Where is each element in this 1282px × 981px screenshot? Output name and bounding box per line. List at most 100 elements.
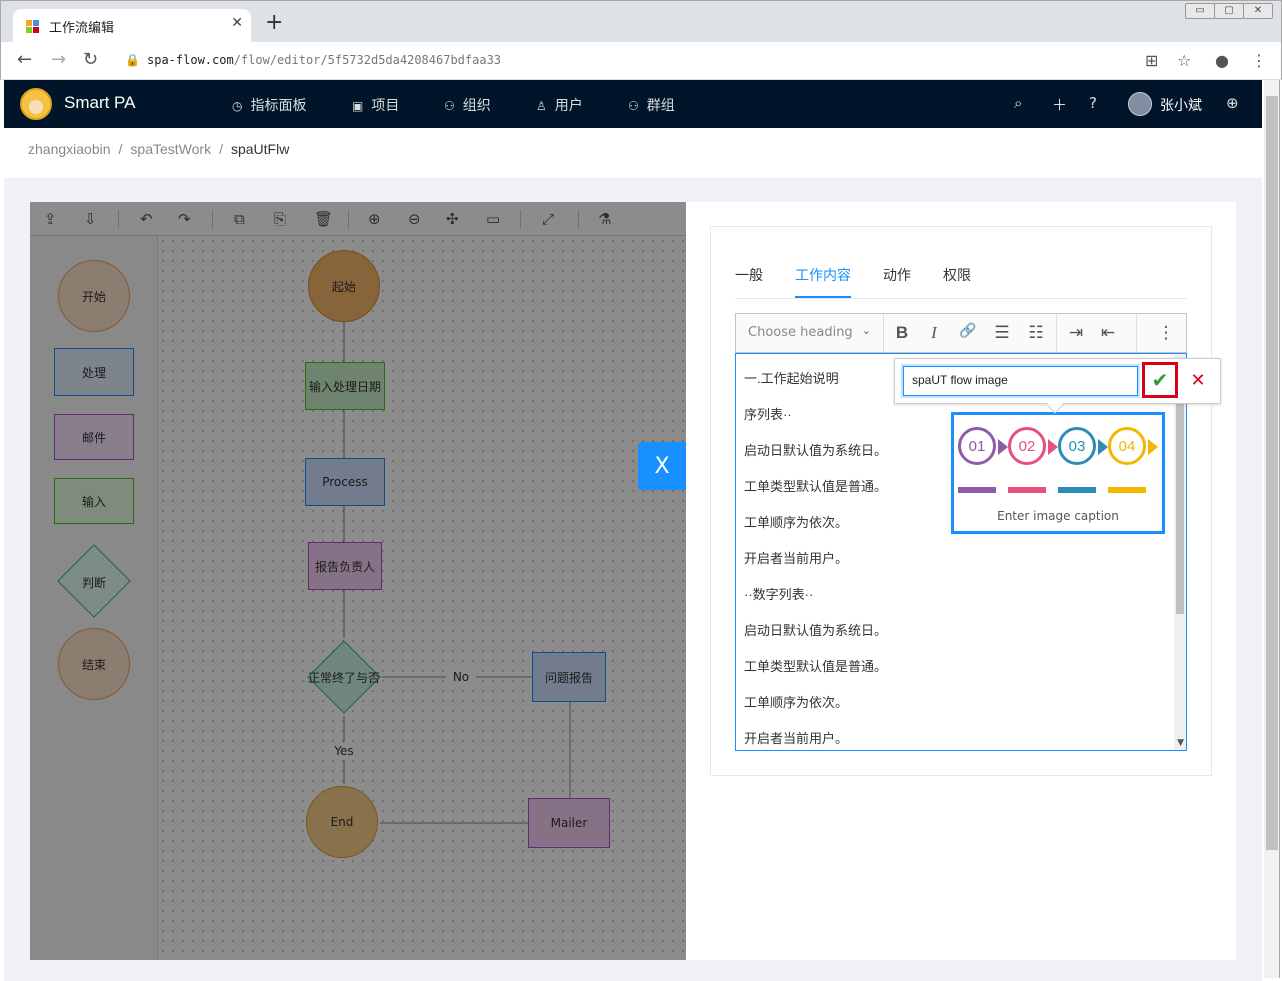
reload-icon[interactable]: ↻ [83, 50, 98, 70]
italic-button[interactable]: I [922, 323, 946, 343]
editor-line: 工单类型默认值是普通。 [744, 659, 888, 674]
editor-scrollbar[interactable]: ▼ [1174, 354, 1186, 750]
step-bar [1058, 487, 1096, 493]
image-step: 01 [958, 427, 996, 465]
url-host: spa-flow.com [147, 53, 234, 67]
heading-dropdown[interactable]: Choose heading ⌄ [736, 314, 884, 352]
language-globe-icon[interactable]: ⊕ [1226, 94, 1239, 112]
browser-tabbar: 工作流编辑 ✕ + ▭ ▢ ✕ [0, 0, 1282, 43]
bulleted-list-button[interactable]: ☰ [990, 323, 1014, 343]
close-icon: ✕ [1190, 369, 1206, 391]
help-icon[interactable]: ? [1089, 94, 1097, 112]
editor-scroll-thumb[interactable] [1176, 394, 1184, 614]
window-close-button[interactable]: ✕ [1243, 3, 1273, 19]
menu-item-projects[interactable]: ▣ 项目 [352, 95, 399, 115]
link-button[interactable]: 🔗 [956, 323, 980, 339]
step-arrow-icon [1098, 439, 1108, 455]
editor-line: 工单类型默认值是普通。 [744, 479, 888, 494]
menu-label: 指标面板 [250, 98, 307, 114]
chevron-down-icon: ⌄ [861, 324, 871, 337]
step-bar [958, 487, 996, 493]
minimize-button[interactable]: ▭ [1185, 3, 1215, 19]
editor-line: 开启者当前用户。 [744, 731, 849, 746]
logo-avatar[interactable] [20, 88, 52, 120]
tab-close-icon[interactable]: ✕ [231, 15, 243, 31]
cancel-caption-button[interactable]: ✕ [1185, 367, 1211, 393]
tab-title: 工作流编辑 [49, 21, 115, 36]
menu-item-groups[interactable]: ⚇ 群组 [628, 95, 675, 115]
heading-placeholder: Choose heading [748, 325, 853, 340]
more-tools-button[interactable]: ⋮ [1154, 323, 1178, 343]
image-step: 04 [1108, 427, 1146, 465]
page-scrollbar[interactable] [1264, 80, 1280, 978]
image-step: 03 [1058, 427, 1096, 465]
dashboard-icon: ◷ [232, 99, 243, 113]
new-tab-button[interactable]: + [265, 12, 283, 34]
brand-name[interactable]: Smart PA [64, 93, 135, 113]
modal-mask[interactable] [30, 202, 686, 960]
tab-general[interactable]: 一般 [735, 265, 763, 285]
back-arrow-icon[interactable]: ← [17, 50, 32, 70]
app-favicon-icon [26, 20, 39, 33]
forward-arrow-icon[interactable]: → [51, 50, 66, 70]
numbered-list-button[interactable]: ☷ [1024, 323, 1048, 343]
user-avatar[interactable] [1128, 92, 1152, 116]
editor-line: 序列表·· [744, 407, 792, 422]
translate-icon[interactable]: ⊞ [1145, 51, 1158, 70]
maximize-button[interactable]: ▢ [1214, 3, 1244, 19]
user-icon: ♙ [536, 99, 547, 113]
step-arrow-icon [1048, 439, 1058, 455]
url-path: /flow/editor/5f5732d5da4208467bdfaa33 [233, 53, 502, 67]
caption-input[interactable]: spaUT flow image [903, 366, 1138, 396]
address-bar[interactable]: spa-flow.com/flow/editor/5f5732d5da42084… [147, 53, 501, 67]
editor-line: 启动日默认值为系统日。 [744, 443, 888, 458]
menu-item-users[interactable]: ♙ 用户 [536, 95, 583, 115]
menu-item-organization[interactable]: ⚇ 组织 [444, 95, 491, 115]
checkmark-icon: ✔ [1151, 368, 1169, 392]
project-icon: ▣ [352, 99, 364, 113]
editor-line: 工单顺序为依次。 [744, 515, 849, 530]
breadcrumb: zhangxiaobin / spaTestWork / spaUtFlw [4, 128, 1262, 178]
bold-button[interactable]: B [890, 323, 914, 343]
browser-tab[interactable]: 工作流编辑 ✕ [13, 9, 251, 43]
profile-icon[interactable]: ● [1215, 51, 1229, 70]
tab-actions[interactable]: 动作 [883, 265, 911, 285]
menu-label: 组织 [462, 98, 491, 114]
step-bar [1108, 487, 1146, 493]
step-arrow-icon [998, 439, 1008, 455]
caption-balloon: spaUT flow image ✔ ✕ [894, 358, 1221, 414]
group-icon: ⚇ [628, 99, 639, 113]
save-caption-button[interactable]: ✔ [1142, 362, 1178, 398]
editor-line: 启动日默认值为系统日。 [744, 623, 888, 638]
scroll-down-arrow-icon[interactable]: ▼ [1177, 738, 1184, 748]
app-header: Smart PA ◷ 指标面板 ▣ 项目 ⚇ 组织 ♙ 用户 ⚇ 群组 ⌕ ＋ ? 张小斌… [4, 80, 1262, 128]
breadcrumb-item[interactable]: zhangxiaobin [28, 141, 111, 157]
step-bar [1008, 487, 1046, 493]
page-scroll-thumb[interactable] [1266, 96, 1278, 850]
image-caption-placeholder[interactable]: Enter image caption [954, 509, 1162, 523]
editor-line: 一.工作起始说明 [744, 371, 839, 386]
lock-icon: 🔒 [125, 53, 140, 67]
search-icon[interactable]: ⌕ [1014, 94, 1022, 112]
menu-label: 用户 [554, 98, 583, 114]
indent-button[interactable]: ⇥ [1064, 323, 1088, 343]
user-name[interactable]: 张小斌 [1160, 95, 1202, 115]
active-tab-indicator [795, 296, 851, 298]
close-drawer-button[interactable]: X [638, 442, 686, 490]
menu-item-dashboard[interactable]: ◷ 指标面板 [232, 95, 306, 115]
breadcrumb-item[interactable]: spaTestWork [130, 141, 211, 157]
tab-work-content[interactable]: 工作内容 [795, 265, 851, 285]
inserted-image[interactable]: 01 02 03 04 Enter image caption [951, 412, 1165, 534]
drawer-tabs: 一般 工作内容 动作 权限 [735, 263, 1187, 299]
menu-label: 群组 [646, 98, 675, 114]
bookmark-star-icon[interactable]: ☆ [1177, 51, 1191, 70]
menu-label: 项目 [371, 98, 400, 114]
outdent-button[interactable]: ⇤ [1096, 323, 1120, 343]
browser-menu-icon[interactable]: ⋮ [1251, 51, 1267, 70]
settings-drawer: 一般 工作内容 动作 权限 Choose heading ⌄ B I 🔗 ☰ ☷… [686, 202, 1236, 960]
tab-permissions[interactable]: 权限 [943, 265, 971, 285]
editor-toolbar: Choose heading ⌄ B I 🔗 ☰ ☷ ⇥ ⇤ ⋮ [735, 313, 1187, 353]
add-icon[interactable]: ＋ [1052, 94, 1067, 115]
browser-toolbar: ← → ↻ 🔒 spa-flow.com/flow/editor/5f5732d… [0, 42, 1282, 80]
editor-line: ··数字列表·· [744, 587, 814, 602]
